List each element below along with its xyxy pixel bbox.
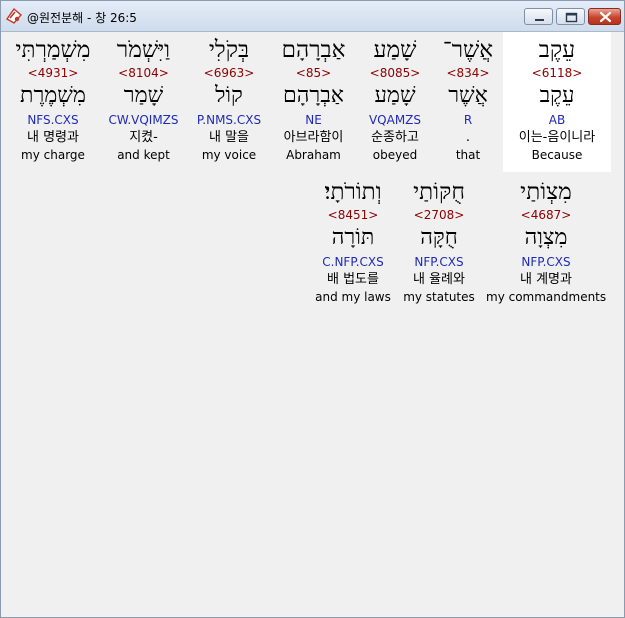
word-cell[interactable]: מִשְׁמַרְתִּי <4931> מִשְׁמֶרֶת NFS.CXS … xyxy=(7,35,99,163)
parsing-code: CW.VQIMZS xyxy=(108,113,179,127)
parsing-code: P.NMS.CXS xyxy=(196,113,262,127)
minimize-button[interactable] xyxy=(524,8,553,25)
strong-number[interactable]: <8451> xyxy=(308,207,398,223)
english-gloss: and kept xyxy=(117,148,170,162)
hebrew-word: וַיִּשְׁמֹר xyxy=(116,37,171,63)
hebrew-word: חֻקּוֹתַי xyxy=(413,179,465,205)
korean-gloss: 순종하고 xyxy=(371,130,419,145)
parsing-code: R xyxy=(463,113,473,127)
parsing-code: NE xyxy=(305,113,322,127)
strong-number[interactable]: <834> xyxy=(433,65,503,81)
word-cell[interactable]: עֵקֶב <6118> עֵקֶב AB 이는-음이니라 Because xyxy=(503,35,611,163)
strong-number[interactable]: <2708> xyxy=(399,207,479,223)
lemma: קוֹל xyxy=(215,83,243,108)
lemma: מִשְׁמֶרֶת xyxy=(20,83,86,108)
word-cell[interactable]: חֻקּוֹתַי <2708> חֻקָּה NFP.CXS 내 율례와 my… xyxy=(399,177,479,305)
word-cell[interactable]: בְּקֹלִי <6963> קוֹל P.NMS.CXS 내 말을 my v… xyxy=(188,35,270,163)
strong-number[interactable]: <8104> xyxy=(99,65,188,81)
korean-gloss: . xyxy=(465,130,471,145)
window-title: @원전분해 - 창 26:5 xyxy=(27,11,137,25)
word-cell[interactable]: אֲשֶׁר־ <834> אֲשֶׁר R . that xyxy=(433,35,503,163)
lemma: חֻקָּה xyxy=(420,225,458,250)
korean-gloss: 내 명령과 xyxy=(27,130,79,145)
maximize-button[interactable] xyxy=(556,8,585,25)
english-gloss: Abraham xyxy=(286,148,341,162)
hebrew-word: שָׁמַע xyxy=(373,37,417,63)
parsing-code: C.NFP.CXS xyxy=(322,255,384,269)
hebrew-word: בְּקֹלִי xyxy=(208,37,250,63)
korean-gloss: 아브라함이 xyxy=(283,130,344,145)
english-gloss: my commandments xyxy=(486,290,607,304)
strong-number[interactable]: <6963> xyxy=(188,65,270,81)
word-cell[interactable]: מִצְוֹתַי <4687> מִצְוָה NFP.CXS 내 계명과 m… xyxy=(486,177,606,305)
parsing-code: NFS.CXS xyxy=(27,113,79,127)
lemma: אַבְרָהָם xyxy=(283,83,344,108)
word-cell[interactable]: אַבְרָהָם <85> אַבְרָהָם NE 아브라함이 Abraha… xyxy=(270,35,357,163)
hebrew-word: וְתוֹרֹתָי׃ xyxy=(324,179,382,205)
hebrew-word: אַבְרָהָם xyxy=(281,37,346,63)
lemma: עֵקֶב xyxy=(539,83,575,108)
korean-gloss: 내 말을 xyxy=(208,130,249,145)
close-button[interactable] xyxy=(588,8,621,25)
korean-gloss: 배 법도를 xyxy=(327,272,379,287)
parsing-code: NFP.CXS xyxy=(521,255,571,269)
english-gloss: that xyxy=(455,148,481,162)
word-cell[interactable]: וְתוֹרֹתָי׃ <8451> תּוֹרָה C.NFP.CXS 배 법… xyxy=(308,177,398,305)
strong-number[interactable]: <4687> xyxy=(486,207,606,223)
lemma: תּוֹרָה xyxy=(331,225,375,250)
korean-gloss: 내 계명과 xyxy=(520,272,572,287)
lemma: שָׁמַר xyxy=(123,83,164,108)
english-gloss: and my laws xyxy=(315,290,391,304)
lemma: שָׁמַע xyxy=(374,83,416,108)
korean-gloss: 이는-음이니라 xyxy=(518,130,596,145)
close-icon xyxy=(599,11,612,23)
korean-gloss: 내 율례와 xyxy=(413,272,465,287)
word-cell[interactable]: שָׁמַע <8085> שָׁמַע VQAMZS 순종하고 obeyed xyxy=(357,35,433,163)
parsing-code: NFP.CXS xyxy=(414,255,464,269)
strong-number[interactable]: <4931> xyxy=(7,65,99,81)
parsing-code: AB xyxy=(548,113,566,127)
lemma: אֲשֶׁר xyxy=(448,83,488,108)
hebrew-word: עֵקֶב xyxy=(538,37,576,63)
maximize-icon xyxy=(565,12,578,23)
document-compare-icon[interactable] xyxy=(5,7,23,25)
english-gloss: my statutes xyxy=(403,290,475,304)
strong-number[interactable]: <6118> xyxy=(503,65,611,81)
english-gloss: obeyed xyxy=(372,148,418,162)
word-cell[interactable]: וַיִּשְׁמֹר <8104> שָׁמַר CW.VQIMZS 지켰- … xyxy=(99,35,188,163)
app-window: @원전분해 - 창 26:5 עֵקֶב <6118> עֵקֶב AB 이는-… xyxy=(0,0,625,618)
minimize-icon xyxy=(535,19,544,21)
english-gloss: Because xyxy=(531,148,583,162)
hebrew-word: מִשְׁמַרְתִּי xyxy=(15,37,91,63)
title-bar[interactable]: @원전분해 - 창 26:5 xyxy=(1,1,624,32)
hebrew-word: אֲשֶׁר־ xyxy=(442,37,494,63)
lemma: מִצְוָה xyxy=(524,225,568,250)
hebrew-word: מִצְוֹתַי xyxy=(520,179,572,205)
korean-gloss: 지켰- xyxy=(129,130,158,145)
strong-number[interactable]: <85> xyxy=(270,65,357,81)
english-gloss: my charge xyxy=(21,148,85,162)
english-gloss: my voice xyxy=(201,148,257,162)
interlinear-panel: עֵקֶב <6118> עֵקֶב AB 이는-음이니라 Because אֲ… xyxy=(2,32,623,617)
strong-number[interactable]: <8085> xyxy=(357,65,433,81)
parsing-code: VQAMZS xyxy=(368,113,422,127)
